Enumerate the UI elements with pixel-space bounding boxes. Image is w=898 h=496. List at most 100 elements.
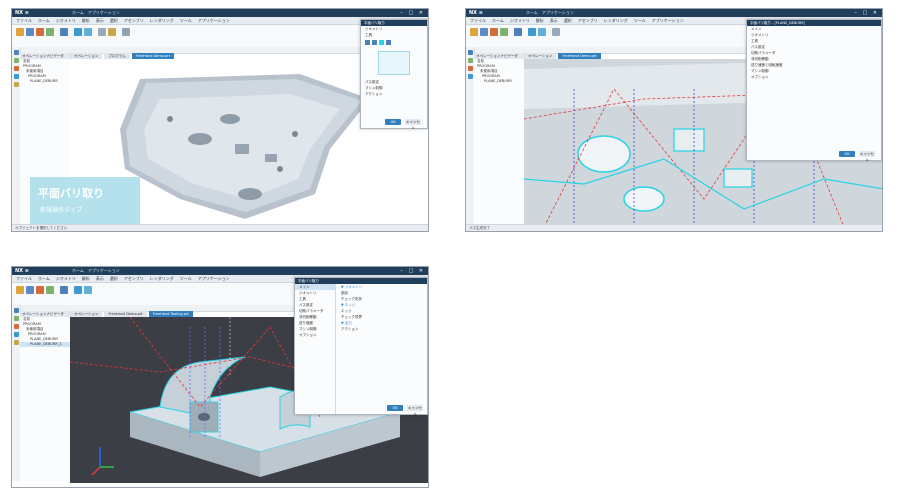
- create-method-icon[interactable]: [46, 28, 54, 36]
- create-method-icon[interactable]: [46, 286, 54, 294]
- postprocess-icon[interactable]: [108, 28, 116, 36]
- ok-button[interactable]: OK: [839, 151, 855, 157]
- dialog-row[interactable]: アクション: [361, 91, 427, 97]
- menu-application[interactable]: アプリケーション: [198, 275, 230, 282]
- title-bar: NX ≡ ホーム アプリケーション – □ ✕: [466, 9, 882, 17]
- menu-file[interactable]: ファイル: [470, 17, 486, 24]
- library-icon[interactable]: [467, 66, 473, 71]
- menu-select[interactable]: 選択: [564, 17, 572, 24]
- menu-render[interactable]: レンダリング: [150, 17, 174, 24]
- menu-file[interactable]: ファイル: [16, 275, 32, 282]
- menu-home[interactable]: ホーム: [38, 17, 50, 24]
- create-method-icon[interactable]: [500, 28, 508, 36]
- menu-geometry[interactable]: ジオメトリ: [56, 17, 76, 24]
- navigator-item[interactable]: PLANE_DEBURR: [474, 79, 524, 84]
- create-program-icon[interactable]: [470, 28, 478, 36]
- operation-dialog: 平面バリ取り ジオメトリ 工具 パス設定 マシン制御 アクション OK キャンセ…: [360, 19, 428, 130]
- generate-path-icon[interactable]: [74, 286, 82, 294]
- menu-view[interactable]: 表示: [96, 275, 104, 282]
- history-icon[interactable]: [13, 58, 19, 63]
- verify-path-icon[interactable]: [538, 28, 546, 36]
- menu-geometry[interactable]: ジオメトリ: [510, 17, 530, 24]
- generate-path-icon[interactable]: [528, 28, 536, 36]
- navigator-icon[interactable]: [13, 50, 19, 55]
- generate-path-icon[interactable]: [74, 28, 82, 36]
- navigator-icon[interactable]: [13, 308, 19, 313]
- library-icon[interactable]: [13, 324, 19, 329]
- operation-type-icon[interactable]: [365, 40, 370, 45]
- dialog-row[interactable]: オプション: [295, 332, 335, 338]
- ok-button[interactable]: OK: [385, 119, 401, 125]
- verify-path-icon[interactable]: [84, 286, 92, 294]
- web-icon[interactable]: [467, 74, 473, 79]
- menu-assembly[interactable]: アセンブリ: [124, 275, 144, 282]
- create-tool-icon[interactable]: [26, 28, 34, 36]
- operation-dialog: 平面バリ取り - [PLANE_DEBURR] メイン ジオメトリ 工具 パス設…: [746, 19, 882, 162]
- menu-application[interactable]: アプリケーション: [198, 17, 230, 24]
- menu-render[interactable]: レンダリング: [150, 275, 174, 282]
- operation-type-icon[interactable]: [386, 40, 391, 45]
- window-controls[interactable]: – □ ✕: [400, 267, 425, 275]
- operation-navigator: オペレーションナビゲータ 名前 PROGRAM 未使用項目 PROGRAM PL…: [474, 53, 525, 225]
- simulate-icon[interactable]: [552, 28, 560, 36]
- create-operation-icon[interactable]: [514, 28, 522, 36]
- create-tool-icon[interactable]: [480, 28, 488, 36]
- dialog-row[interactable]: オプション: [747, 74, 881, 80]
- menu-analysis[interactable]: 解析: [82, 275, 90, 282]
- window-title: ホーム アプリケーション: [72, 268, 120, 273]
- create-program-icon[interactable]: [16, 286, 24, 294]
- window-title: ホーム アプリケーション: [72, 10, 120, 15]
- menu-select[interactable]: 選択: [110, 17, 118, 24]
- navigator-icon[interactable]: [467, 50, 473, 55]
- create-geometry-icon[interactable]: [36, 28, 44, 36]
- create-geometry-icon[interactable]: [36, 286, 44, 294]
- cancel-button[interactable]: キャンセル: [405, 119, 421, 130]
- web-icon[interactable]: [13, 332, 19, 337]
- library-icon[interactable]: [13, 66, 19, 71]
- screenshot-1: NX ≡ ホーム アプリケーション – □ ✕ ファイル ホーム ジオメトリ 解…: [11, 8, 429, 232]
- menu-tools[interactable]: ツール: [634, 17, 646, 24]
- navigator-item[interactable]: PLANE_DEBURR: [20, 79, 70, 84]
- menu-view[interactable]: 表示: [550, 17, 558, 24]
- navigator-item[interactable]: PLANE_DEBURR_1: [20, 342, 70, 347]
- create-operation-icon[interactable]: [60, 28, 68, 36]
- ok-button[interactable]: OK: [387, 405, 403, 411]
- window-controls[interactable]: – □ ✕: [400, 9, 425, 17]
- cancel-button[interactable]: キャンセル: [859, 151, 875, 162]
- menu-file[interactable]: ファイル: [16, 17, 32, 24]
- simulate-icon[interactable]: [98, 28, 106, 36]
- web-icon[interactable]: [13, 74, 19, 79]
- create-operation-icon[interactable]: [60, 286, 68, 294]
- screenshot-3: NX ≡ ホーム アプリケーション – □ ✕ ファイル ホーム ジオメトリ 解…: [11, 266, 429, 488]
- shop-doc-icon[interactable]: [122, 28, 130, 36]
- history-icon[interactable]: [467, 58, 473, 63]
- operation-type-icon[interactable]: [379, 40, 384, 45]
- window-controls[interactable]: – □ ✕: [854, 9, 879, 17]
- create-program-icon[interactable]: [16, 28, 24, 36]
- verify-path-icon[interactable]: [84, 28, 92, 36]
- create-tool-icon[interactable]: [26, 286, 34, 294]
- menu-assembly[interactable]: アセンブリ: [578, 17, 598, 24]
- caption-title: 平面バリ取り: [38, 187, 104, 200]
- menu-tools[interactable]: ツール: [180, 275, 192, 282]
- menu-assembly[interactable]: アセンブリ: [124, 17, 144, 24]
- menu-home[interactable]: ホーム: [38, 275, 50, 282]
- menu-application[interactable]: アプリケーション: [652, 17, 684, 24]
- title-bar: NX ≡ ホーム アプリケーション – □ ✕: [12, 9, 428, 17]
- cancel-button[interactable]: キャンセル: [407, 405, 423, 416]
- menu-tools[interactable]: ツール: [180, 17, 192, 24]
- roles-icon[interactable]: [13, 82, 19, 87]
- menu-analysis[interactable]: 解析: [536, 17, 544, 24]
- menu-select[interactable]: 選択: [110, 275, 118, 282]
- roles-icon[interactable]: [13, 340, 19, 345]
- create-geometry-icon[interactable]: [490, 28, 498, 36]
- menu-home[interactable]: ホーム: [492, 17, 504, 24]
- menu-analysis[interactable]: 解析: [82, 17, 90, 24]
- menu-view[interactable]: 表示: [96, 17, 104, 24]
- operation-type-icon[interactable]: [372, 40, 377, 45]
- history-icon[interactable]: [13, 316, 19, 321]
- menu-geometry[interactable]: ジオメトリ: [56, 275, 76, 282]
- menu-render[interactable]: レンダリング: [604, 17, 628, 24]
- status-bar: パス生成完了: [466, 224, 882, 231]
- setting-row[interactable]: アクション: [337, 326, 427, 332]
